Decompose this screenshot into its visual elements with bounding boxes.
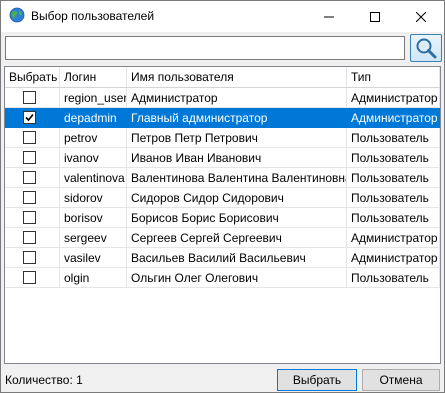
table-row[interactable]: sidorov Сидоров Сидор Сидорович Пользовате… <box>5 188 440 208</box>
maximize-button[interactable] <box>352 1 398 32</box>
select-cell <box>5 228 60 248</box>
type-cell: Администратор <box>347 248 440 268</box>
globe-icon <box>9 7 25 23</box>
select-cell <box>5 168 60 188</box>
window-title: Выбор пользователей <box>31 9 155 23</box>
select-cell <box>5 208 60 228</box>
checkmark-icon <box>25 113 34 122</box>
close-icon <box>416 11 426 22</box>
type-cell: Пользователь <box>347 188 440 208</box>
login-cell: olgin <box>60 268 127 288</box>
type-cell: Пользователь <box>347 268 440 288</box>
column-header-login[interactable]: Логин <box>60 67 127 87</box>
select-checkbox[interactable] <box>23 171 36 184</box>
user-name-cell: Главный администратор <box>127 108 347 128</box>
title-bar: Выбор пользователей <box>1 1 444 32</box>
user-name-cell: Петров Петр Петрович <box>127 128 347 148</box>
select-cell <box>5 88 60 108</box>
table-row[interactable]: vasilev Васильев Василий Васильевич Админи… <box>5 248 440 268</box>
select-cell <box>5 108 60 128</box>
minimize-button[interactable] <box>306 1 352 32</box>
type-cell: Пользователь <box>347 168 440 188</box>
type-cell: Администратор <box>347 88 440 108</box>
type-cell: Пользователь <box>347 128 440 148</box>
table-header: Выбрать Логин Имя пользователя Тип <box>5 67 440 88</box>
table-row[interactable]: borisov Борисов Борис Борисович Пользовате… <box>5 208 440 228</box>
select-checkbox[interactable] <box>23 211 36 224</box>
user-name-cell: Васильев Василий Васильевич <box>127 248 347 268</box>
selected-count: Количество: 1 <box>5 373 83 387</box>
select-cell <box>5 128 60 148</box>
type-cell: Пользователь <box>347 148 440 168</box>
user-name-cell: Сидоров Сидор Сидорович <box>127 188 347 208</box>
user-name-cell: Ольгин Олег Олегович <box>127 268 347 288</box>
select-cell <box>5 268 60 288</box>
login-cell: ivanov <box>60 148 127 168</box>
login-cell: valentinova <box>60 168 127 188</box>
login-cell: petrov <box>60 128 127 148</box>
user-selection-dialog: Выбор пользователей Выбрать Логин Имя по… <box>0 0 445 393</box>
table-row[interactable]: sergeev Сергеев Сергей Сергеевич Администр… <box>5 228 440 248</box>
select-cell <box>5 248 60 268</box>
table-row[interactable]: ivanov Иванов Иван Иванович Пользователь <box>5 148 440 168</box>
login-cell: region_user <box>60 88 127 108</box>
user-name-cell: Иванов Иван Иванович <box>127 148 347 168</box>
user-name-cell: Борисов Борис Борисович <box>127 208 347 228</box>
select-checkbox[interactable] <box>23 191 36 204</box>
maximize-icon <box>370 11 380 22</box>
table-row[interactable]: region_user Администратор Администратор <box>5 88 440 108</box>
type-cell: Администратор <box>347 108 440 128</box>
login-cell: sidorov <box>60 188 127 208</box>
table-row[interactable]: olgin Ольгин Олег Олегович Пользователь <box>5 268 440 288</box>
column-header-type[interactable]: Тип <box>347 67 440 87</box>
column-header-name[interactable]: Имя пользователя <box>127 67 347 87</box>
user-name-cell: Сергеев Сергей Сергеевич <box>127 228 347 248</box>
minimize-icon <box>324 16 334 17</box>
status-bar: Количество: 1 Выбрать Отмена <box>1 367 444 392</box>
select-checkbox[interactable] <box>23 131 36 144</box>
select-checkbox[interactable] <box>23 111 36 124</box>
users-table: Выбрать Логин Имя пользователя Тип regio… <box>4 66 441 364</box>
select-cell <box>5 188 60 208</box>
login-cell: sergeev <box>60 228 127 248</box>
search-input[interactable] <box>5 36 405 60</box>
table-row[interactable]: depadmin Главный администратор Администрат… <box>5 108 440 128</box>
user-name-cell: Администратор <box>127 88 347 108</box>
type-cell: Администратор <box>347 228 440 248</box>
select-button[interactable]: Выбрать <box>277 369 357 391</box>
select-checkbox[interactable] <box>23 271 36 284</box>
cancel-button[interactable]: Отмена <box>362 369 440 391</box>
table-row[interactable]: valentinova Валентинова Валентина Валенти… <box>5 168 440 188</box>
user-name-cell: Валентинова Валентина Валентиновна <box>127 168 347 188</box>
login-cell: borisov <box>60 208 127 228</box>
select-checkbox[interactable] <box>23 151 36 164</box>
select-checkbox[interactable] <box>23 231 36 244</box>
table-row[interactable]: petrov Петров Петр Петрович Пользователь <box>5 128 440 148</box>
login-cell: depadmin <box>60 108 127 128</box>
type-cell: Пользователь <box>347 208 440 228</box>
search-button[interactable] <box>410 34 442 62</box>
magnifier-icon <box>416 38 437 59</box>
close-button[interactable] <box>398 1 444 32</box>
select-cell <box>5 148 60 168</box>
login-cell: vasilev <box>60 248 127 268</box>
select-checkbox[interactable] <box>23 91 36 104</box>
select-checkbox[interactable] <box>23 251 36 264</box>
column-header-select[interactable]: Выбрать <box>5 67 60 87</box>
